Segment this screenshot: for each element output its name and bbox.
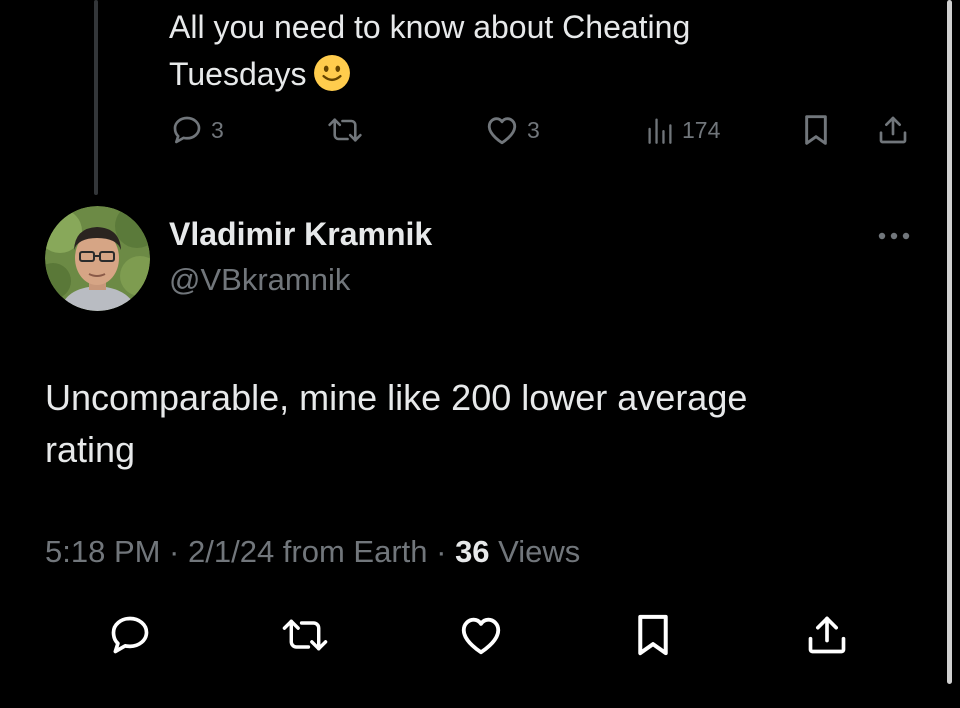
previous-views-count: 174 [682,116,721,143]
previous-retweet-button[interactable] [327,112,363,148]
previous-like-button[interactable]: 3 [485,112,540,148]
retweet-button[interactable] [281,612,329,658]
tweet-meta: 5:18 PM · 2/1/24 from Earth · 36 Views [45,534,580,570]
retweet-icon [282,619,328,651]
bookmark-button[interactable] [633,612,673,658]
author-name[interactable]: Vladimir Kramnik [169,216,432,253]
previous-like-count: 3 [527,116,540,143]
more-options-icon[interactable] [876,226,912,246]
bookmark-icon [805,115,827,145]
tweet-text: Uncomparable, mine like 200 lower averag… [45,372,905,476]
reply-icon [173,116,201,144]
previous-share-button[interactable] [877,112,909,148]
previous-reply-button[interactable]: 3 [171,112,224,148]
previous-views-button[interactable]: 174 [646,112,720,148]
tweet-text-line-2: rating [45,429,136,470]
analytics-icon [648,118,672,144]
tweet-text-line-1: Uncomparable, mine like 200 lower averag… [45,377,748,418]
reply-button[interactable] [108,612,152,658]
like-button[interactable] [458,612,504,658]
avatar[interactable] [45,206,150,311]
heart-icon [461,617,501,655]
previous-tweet-text: All you need to know about Cheating Tues… [169,4,849,98]
tweet-actions [0,612,960,658]
views-label: Views [489,534,581,569]
previous-reply-count: 3 [211,116,224,143]
share-button[interactable] [805,612,849,658]
share-icon [879,116,907,144]
views-count: 36 [455,534,490,569]
retweet-icon [328,118,362,142]
avatar-photo [45,206,150,311]
share-icon [808,616,846,654]
previous-tweet-text-line-1: All you need to know about Cheating [169,9,691,45]
reply-icon [111,616,149,654]
tweet-timestamp[interactable]: 5:18 PM · 2/1/24 from Earth · [45,534,455,569]
bookmark-icon [638,614,668,656]
previous-bookmark-button[interactable] [801,112,831,148]
scrollbar[interactable] [947,0,952,684]
slightly-smiling-face-emoji-icon [313,55,350,91]
author-handle[interactable]: @VBkramnik [169,262,350,298]
previous-tweet-text-line-2: Tuesdays [169,56,307,92]
previous-tweet-actions: 3 3 174 [0,112,960,148]
thread-connector-line [94,0,98,195]
heart-icon [487,117,517,145]
